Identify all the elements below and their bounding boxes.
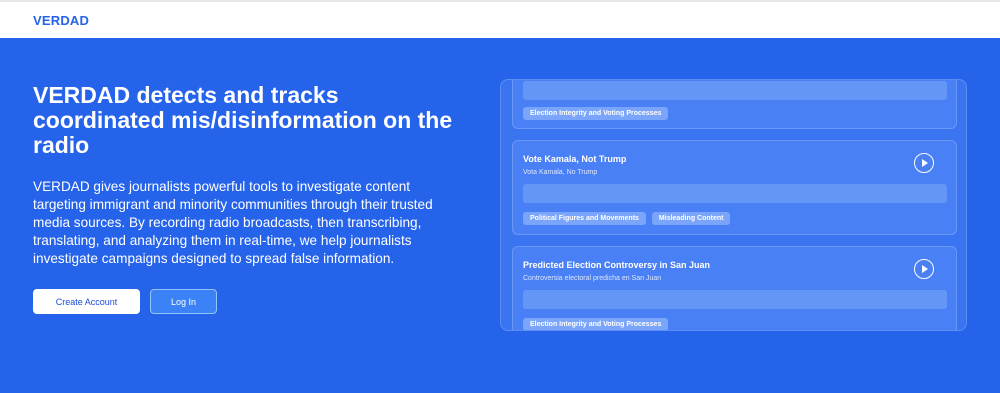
hero-description: VERDAD gives journalists powerful tools …: [33, 179, 433, 266]
snippet-subtitle: Controversia electoral predicha en San J…: [523, 275, 662, 282]
snippet-card[interactable]: Election Integrity and Voting Processes: [512, 80, 957, 129]
play-circle-icon[interactable]: [914, 259, 934, 279]
snippet-tags: Election Integrity and Voting Processes: [523, 318, 669, 330]
top-navbar: VERDAD: [0, 0, 1000, 38]
snippet-bar: [523, 290, 947, 309]
tag[interactable]: Political Figures and Movements: [523, 212, 646, 225]
snippet-title: Vote Kamala, Not Trump: [523, 154, 627, 164]
tag[interactable]: Misleading Content: [651, 212, 731, 225]
hero-actions: Create Account Log In: [33, 289, 217, 314]
create-account-button[interactable]: Create Account: [33, 289, 140, 314]
hero-section: VERDAD detects and tracks coordinated mi…: [0, 38, 1000, 393]
tag[interactable]: Election Integrity and Voting Processes: [523, 318, 669, 330]
hero-text: VERDAD detects and tracks coordinated mi…: [33, 83, 453, 268]
log-in-button[interactable]: Log In: [150, 289, 217, 314]
snippet-bar: [523, 184, 947, 203]
snippet-card[interactable]: Predicted Election Controversy in San Ju…: [512, 246, 957, 330]
snippet-tags: Political Figures and Movements Misleadi…: [523, 212, 731, 225]
snippet-title: Predicted Election Controversy in San Ju…: [523, 260, 711, 270]
brand-logo[interactable]: VERDAD: [33, 13, 89, 28]
snippet-bar: [523, 81, 947, 100]
snippet-subtitle: Vota Kamala, No Trump: [523, 169, 598, 176]
hero-headline: VERDAD detects and tracks coordinated mi…: [33, 82, 453, 158]
snippet-preview-panel: Election Integrity and Voting Processes …: [500, 79, 967, 331]
tag[interactable]: Election Integrity and Voting Processes: [523, 107, 669, 120]
snippet-tags: Election Integrity and Voting Processes: [523, 107, 669, 120]
play-circle-icon[interactable]: [914, 153, 934, 173]
snippet-card[interactable]: Vote Kamala, Not Trump Vota Kamala, No T…: [512, 140, 957, 235]
